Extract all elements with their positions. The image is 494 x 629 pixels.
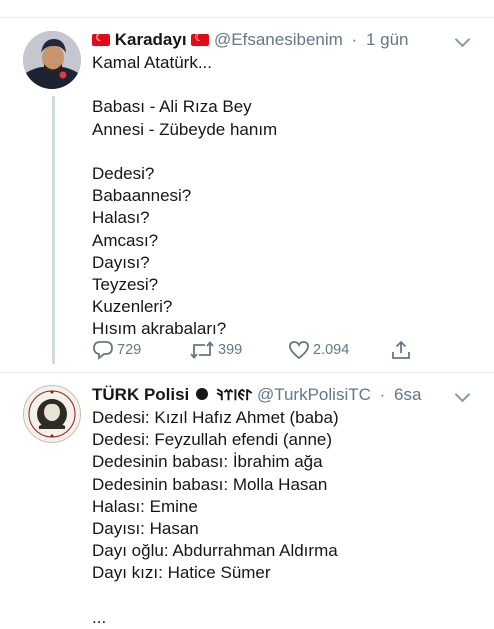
- tweet-line: Amcası?: [92, 230, 159, 250]
- tweet-line: ...: [92, 607, 107, 627]
- tweet-line: Annesi - Zübeyde hanım: [92, 119, 278, 139]
- tweet-line: Dayı oğlu: Abdurrahman Aldırma: [92, 541, 338, 561]
- turkish-flag-icon: [191, 31, 210, 46]
- tweet-line: Babası - Ali Rıza Bey: [92, 97, 252, 117]
- tweet-actions: 729 399 2.094: [92, 338, 422, 362]
- tweet-line: Dedesinin babası: Molla Hasan: [92, 474, 328, 494]
- tweet-line: Babaannesi?: [92, 186, 192, 206]
- tweet-header: Karadayı @Efsanesibenim · 1 gün: [92, 30, 474, 52]
- tweet-line: Kuzenleri?: [92, 297, 173, 317]
- tweet-line: Dayı kızı: Hatice Sümer: [92, 563, 271, 583]
- tweet-line: Dayısı?: [92, 252, 150, 272]
- retweet-count: 399: [218, 342, 243, 358]
- separator: ·: [351, 30, 358, 49]
- share-button[interactable]: [390, 338, 415, 362]
- top-divider: [0, 17, 494, 18]
- tweet-line: Dedesi?: [92, 163, 155, 183]
- user-handle[interactable]: @TurkPolisiTC: [257, 385, 371, 404]
- retweet-button[interactable]: 399: [189, 338, 242, 362]
- share-icon: [392, 340, 410, 359]
- reply-icon: [93, 341, 113, 360]
- like-button[interactable]: 2.094: [288, 338, 349, 362]
- display-name[interactable]: Karadayı: [115, 30, 187, 49]
- reply-count: 729: [117, 342, 142, 358]
- avatar[interactable]: [23, 31, 81, 89]
- tweet-text: Dedesi: Kızıl Hafız Ahmet (baba) Dedesi:…: [92, 407, 472, 629]
- timestamp[interactable]: 6sa: [394, 385, 421, 404]
- retweet-icon: [190, 341, 214, 359]
- tweet-line: Dayısı: Hasan: [92, 518, 199, 538]
- old-turkic-name: 𐰃𐰏𐰾𐰼𐰚: [216, 386, 253, 404]
- like-count: 2.094: [313, 342, 350, 358]
- avatar[interactable]: [23, 385, 81, 443]
- tweet-line: Dedesi: Kızıl Hafız Ahmet (baba): [92, 408, 339, 427]
- timestamp[interactable]: 1 gün: [366, 30, 409, 49]
- heart-icon: [289, 341, 309, 360]
- black-dot-icon: [196, 388, 209, 400]
- tweet-divider: [0, 372, 494, 373]
- tweet-header: TÜRK Polisi 𐰃𐰏𐰾𐰼𐰚 @TurkPolisiTC · 6sa: [92, 385, 474, 407]
- reply-button[interactable]: 729: [92, 338, 141, 362]
- tweet-text: Kamal Atatürk... Babası - Ali Rıza Bey A…: [92, 52, 472, 340]
- tweet-line: Dedesinin babası: İbrahim ağa: [92, 452, 323, 472]
- display-name[interactable]: TÜRK Polisi: [92, 385, 189, 404]
- tweet-line: Halası?: [92, 208, 150, 228]
- tweet-line: Teyzesi?: [92, 274, 159, 294]
- tweet-line: Dedesi: Feyzullah efendi (anne): [92, 430, 333, 450]
- separator: ·: [379, 385, 386, 404]
- thread-connector-line: [52, 96, 55, 364]
- turkish-flag-icon: [92, 31, 110, 46]
- tweet-line: Halası: Emine: [92, 496, 198, 516]
- user-handle[interactable]: @Efsanesibenim: [214, 30, 343, 49]
- tweet-line: Kamal Atatürk...: [92, 53, 212, 72]
